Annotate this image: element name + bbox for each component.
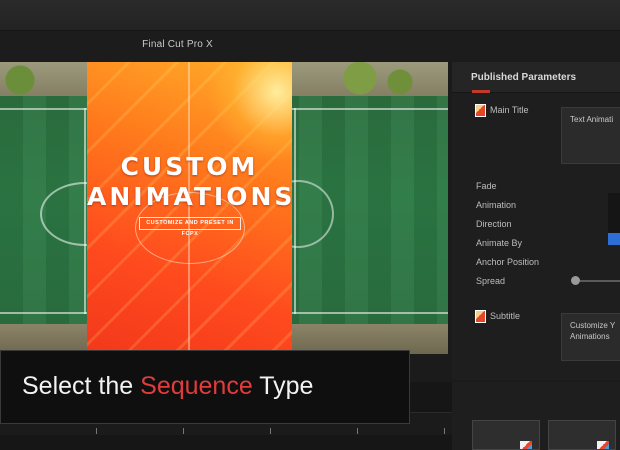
poster-title-line1: CUSTOM [120,152,259,181]
param-animation: Animation [476,200,517,210]
app-title: Final Cut Pro X [142,39,213,50]
ruler-tick [183,428,184,434]
ruler-tick [357,428,358,434]
tutorial-caption: Select the Sequence Type [22,372,313,401]
top-toolbar [0,0,620,31]
template-badge-icon [520,441,532,449]
param-anchor-position: Anchor Position [476,257,540,267]
ruler-tick [96,428,97,434]
text-param-icon [475,104,486,117]
caption-prefix: Select the [22,372,141,400]
subtitle-label: Subtitle [490,311,521,321]
caption-highlight: Sequence [140,372,253,400]
caption-suffix: Type [252,372,314,400]
param-direction: Direction [476,219,512,229]
param-fade: Fade [476,181,497,191]
spread-slider-handle[interactable] [571,276,580,285]
subtitle-field-line2: Animations [570,332,610,341]
video-viewer[interactable]: CUSTOM ANIMATIONS CUSTOMIZE AND PRESET I… [0,62,448,354]
selected-popup-option[interactable] [608,233,620,245]
spread-slider-track[interactable] [580,280,620,282]
param-animate-by: Animate By [476,238,523,248]
light-flare [207,62,292,162]
poster-title-line2: ANIMATIONS [87,182,292,211]
ruler-tick [270,428,271,434]
poster-tagline: CUSTOMIZE AND PRESET IN FCPX [139,217,241,237]
inspector-title: Published Parameters [471,72,577,83]
main-title-field[interactable]: Text Animati [561,107,620,164]
param-spread: Spread [476,276,506,286]
title-template-preview[interactable]: CUSTOM ANIMATIONS CUSTOMIZE AND PRESET I… [87,62,292,354]
main-title-label: Main Title [490,105,529,115]
inspector-active-tab-indicator [472,90,490,93]
ruler-tick [444,428,445,434]
template-badge-icon [597,441,609,449]
subtitle-field-line1: Customize Y [570,321,616,330]
popup-menu[interactable] [608,193,620,233]
subtitle-field[interactable]: Customize Y Animations [561,313,620,361]
text-param-icon [475,310,486,323]
